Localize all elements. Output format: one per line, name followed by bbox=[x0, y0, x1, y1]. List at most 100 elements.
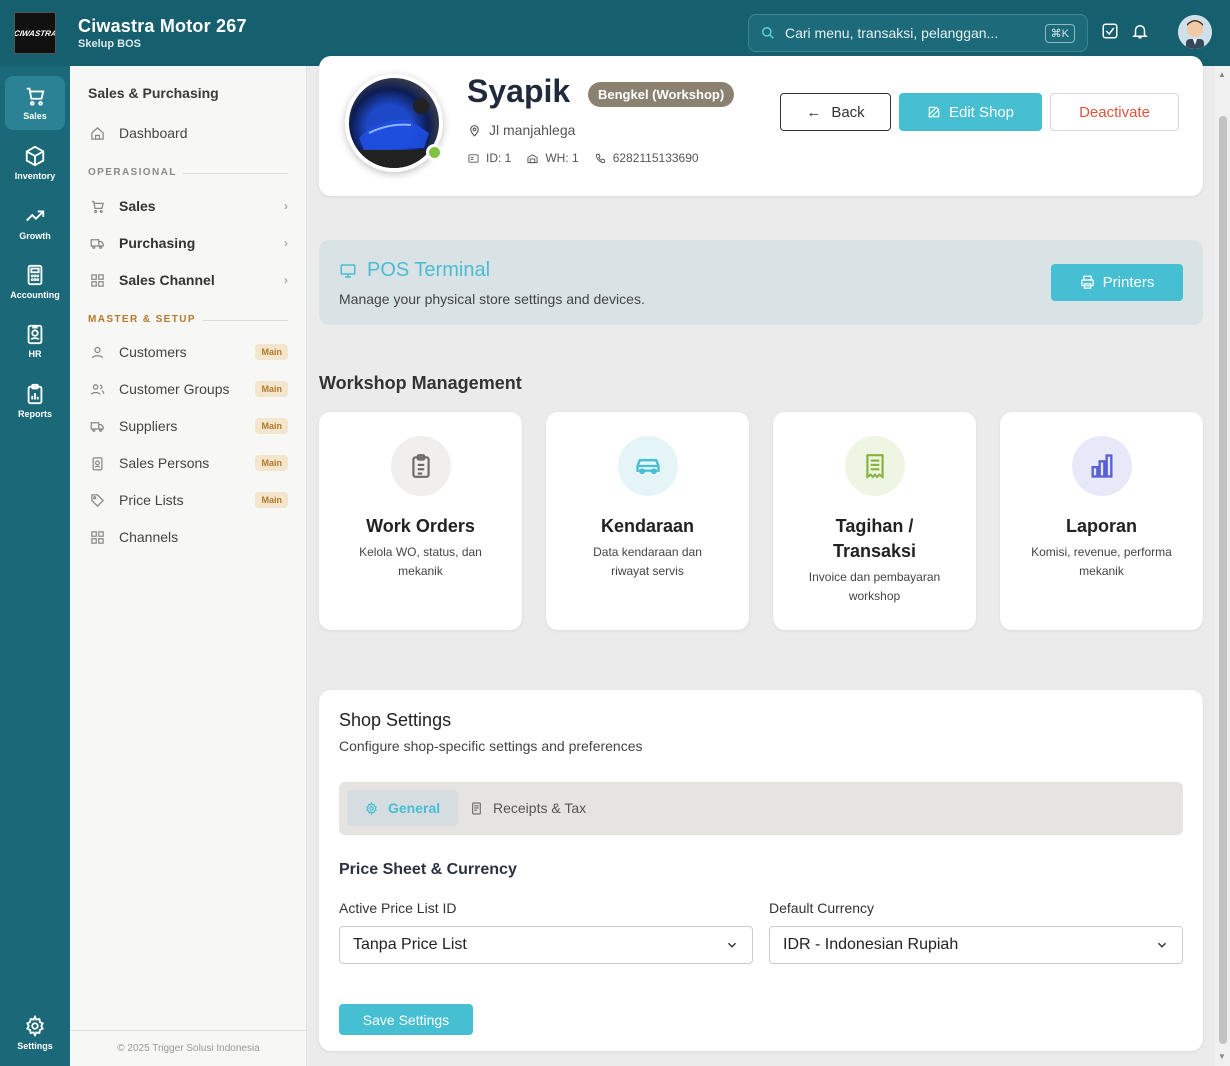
tile-description: Data kendaraan dan riwayat servis bbox=[593, 545, 702, 578]
rail-item-settings[interactable]: Settings bbox=[5, 1006, 65, 1060]
price-currency-section-title: Price Sheet & Currency bbox=[339, 861, 517, 878]
back-label: Back bbox=[831, 103, 865, 121]
user-avatar[interactable] bbox=[1178, 15, 1212, 49]
tasks-icon[interactable] bbox=[1101, 22, 1119, 45]
sidebar-item-sales-channel[interactable]: Sales Channel › bbox=[90, 265, 288, 295]
main-scrollbar[interactable]: ▲ ▼ bbox=[1215, 66, 1230, 1066]
sidebar-item-label: Customers bbox=[119, 344, 187, 360]
tile-work-orders[interactable]: Work Orders Kelola WO, status, dan mekan… bbox=[319, 412, 522, 630]
sidebar-item-purchasing[interactable]: Purchasing › bbox=[90, 228, 288, 258]
calculator-icon bbox=[27, 264, 43, 286]
sidebar-item-label: Sales Persons bbox=[119, 455, 210, 471]
main-badge: Main bbox=[255, 492, 288, 508]
id-badge-icon bbox=[27, 324, 43, 345]
bell-icon[interactable] bbox=[1131, 22, 1149, 45]
truck-icon bbox=[90, 236, 112, 251]
settings-description: Configure shop-specific settings and pre… bbox=[339, 738, 643, 754]
search-icon bbox=[761, 26, 775, 40]
chevron-down-icon bbox=[1155, 938, 1169, 952]
sidebar-item-label: Channels bbox=[119, 529, 179, 545]
tile-laporan[interactable]: Laporan Komisi, revenue, performa mekani… bbox=[1000, 412, 1203, 630]
save-settings-button[interactable]: Save Settings bbox=[339, 1004, 473, 1035]
shop-name: Syapik bbox=[467, 73, 571, 109]
rail-item-inventory[interactable]: Inventory bbox=[5, 136, 65, 190]
app-subtitle: Skelup BOS bbox=[78, 38, 141, 50]
section-master-setup: MASTER & SETUP bbox=[88, 314, 288, 325]
settings-tabs: General Receipts & Tax bbox=[339, 782, 1183, 835]
rail-item-sales[interactable]: Sales bbox=[5, 76, 65, 130]
sidebar-item-label: Suppliers bbox=[119, 418, 178, 434]
workshop-section-title: Workshop Management bbox=[319, 373, 522, 393]
back-button[interactable]: ← Back bbox=[780, 93, 891, 131]
sidebar-item-suppliers[interactable]: Suppliers Main bbox=[90, 411, 288, 441]
main-badge: Main bbox=[255, 455, 288, 471]
grid-icon bbox=[90, 530, 112, 545]
tile-title: Kendaraan bbox=[600, 516, 695, 536]
users-icon bbox=[90, 382, 112, 397]
pos-title-text: POS Terminal bbox=[367, 259, 491, 281]
shop-phone-text: 6282115133690 bbox=[612, 151, 699, 165]
sidebar-title: Sales & Purchasing bbox=[88, 85, 219, 101]
rail-item-accounting[interactable]: Accounting bbox=[5, 255, 65, 309]
cart-icon bbox=[90, 199, 112, 214]
sidebar-item-label: Dashboard bbox=[119, 125, 188, 141]
tab-label: Receipts & Tax bbox=[493, 800, 587, 816]
rail-label: HR bbox=[28, 349, 42, 359]
tile-title: Work Orders bbox=[366, 516, 475, 536]
clipboard-list-icon bbox=[390, 436, 451, 496]
rail-item-growth[interactable]: Growth bbox=[5, 196, 65, 250]
gear-icon bbox=[366, 801, 377, 815]
chevron-right-icon: › bbox=[284, 273, 288, 287]
tile-title: Tagihan / Transaksi bbox=[832, 516, 917, 561]
price-list-select[interactable]: Tanpa Price List bbox=[339, 926, 753, 964]
settings-title: Shop Settings bbox=[339, 710, 452, 730]
user-icon bbox=[90, 345, 112, 360]
currency-value: IDR - Indonesian Rupiah bbox=[783, 936, 959, 953]
global-search[interactable]: Cari menu, transaksi, pelanggan... ⌘K bbox=[748, 14, 1088, 52]
sidebar-item-sales[interactable]: Sales › bbox=[90, 191, 288, 221]
currency-select[interactable]: IDR - Indonesian Rupiah bbox=[769, 926, 1183, 964]
sidebar-item-channels[interactable]: Channels bbox=[90, 522, 288, 552]
sidebar-item-customer-groups[interactable]: Customer Groups Main bbox=[90, 374, 288, 404]
tag-icon bbox=[90, 493, 112, 508]
deactivate-button[interactable]: Deactivate bbox=[1050, 93, 1179, 131]
section-label: OPERASIONAL bbox=[88, 167, 177, 178]
phone-icon bbox=[595, 153, 605, 163]
sidebar-item-price-lists[interactable]: Price Lists Main bbox=[90, 485, 288, 515]
sidebar-item-label: Purchasing bbox=[119, 235, 196, 251]
save-settings-label: Save Settings bbox=[362, 1011, 450, 1028]
sidebar-item-customers[interactable]: Customers Main bbox=[90, 337, 288, 367]
search-placeholder: Cari menu, transaksi, pelanggan... bbox=[785, 25, 999, 41]
rail-label: Inventory bbox=[14, 171, 56, 181]
truck-icon bbox=[90, 419, 112, 434]
sidebar-item-label: Customer Groups bbox=[119, 381, 230, 397]
edit-shop-button[interactable]: Edit Shop bbox=[899, 93, 1042, 131]
tab-receipts-tax[interactable]: Receipts & Tax bbox=[452, 790, 604, 826]
printers-label: Printers bbox=[1102, 274, 1155, 291]
tile-tagihan-transaksi[interactable]: Tagihan / Transaksi Invoice dan pembayar… bbox=[773, 412, 976, 630]
printers-button[interactable]: Printers bbox=[1051, 264, 1183, 301]
sidebar-item-label: Price Lists bbox=[119, 492, 184, 508]
gear-icon bbox=[26, 1015, 44, 1037]
price-list-value: Tanpa Price List bbox=[353, 936, 467, 953]
logo-text: CIWASTRA bbox=[14, 28, 56, 38]
scroll-up-arrow[interactable]: ▲ bbox=[1218, 70, 1226, 79]
sidebar-item-sales-persons[interactable]: Sales Persons Main bbox=[90, 448, 288, 478]
tile-kendaraan[interactable]: Kendaraan Data kendaraan dan riwayat ser… bbox=[546, 412, 749, 630]
clipboard-chart-icon bbox=[27, 383, 43, 405]
sidebar-item-dashboard[interactable]: Dashboard bbox=[90, 118, 288, 148]
edit-shop-label: Edit Shop bbox=[948, 103, 1015, 121]
scroll-down-arrow[interactable]: ▼ bbox=[1218, 1052, 1226, 1061]
rail-item-reports[interactable]: Reports bbox=[5, 374, 65, 428]
main-badge: Main bbox=[255, 381, 288, 397]
id-card-icon bbox=[468, 153, 479, 163]
scroll-thumb[interactable] bbox=[1219, 116, 1227, 1044]
monitor-icon bbox=[340, 263, 356, 278]
rail-item-hr[interactable]: HR bbox=[5, 314, 65, 368]
rail-label: Growth bbox=[19, 231, 51, 241]
edit-icon bbox=[928, 106, 940, 118]
receipt-icon bbox=[472, 802, 481, 814]
app-logo[interactable]: CIWASTRA bbox=[14, 12, 56, 54]
tab-general[interactable]: General bbox=[347, 790, 459, 826]
chevron-right-icon: › bbox=[284, 236, 288, 250]
